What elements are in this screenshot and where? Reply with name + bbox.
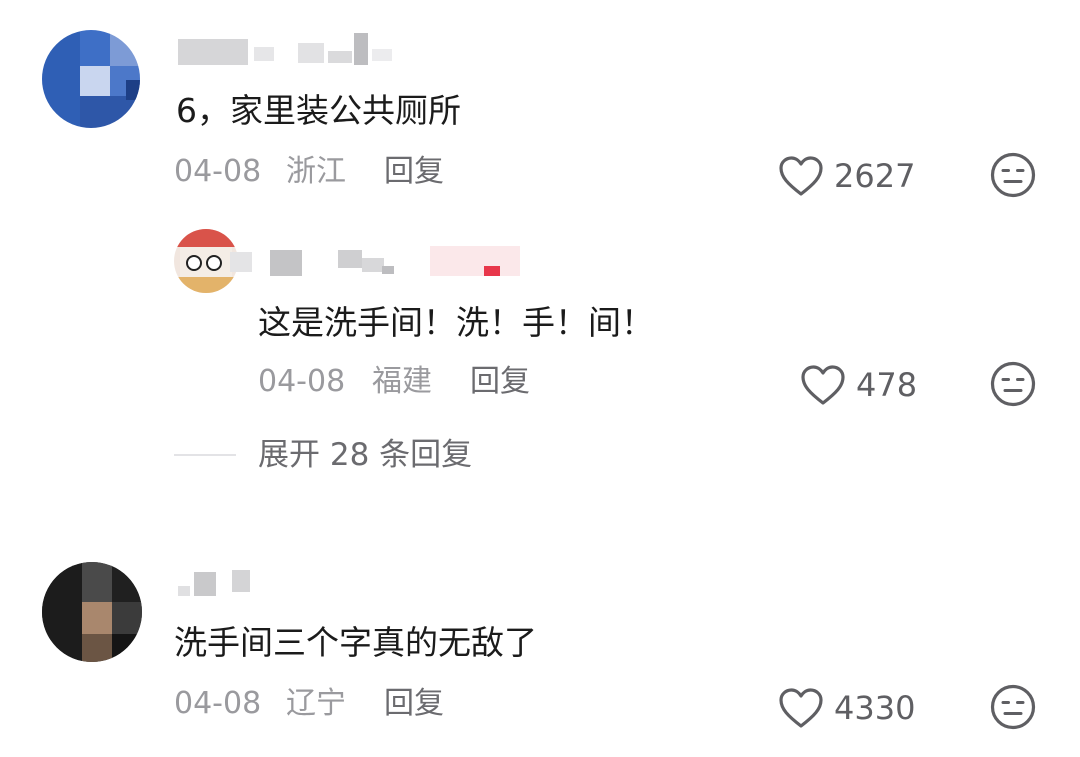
reply-button[interactable]: 回复 xyxy=(470,364,530,400)
comment-text: 洗手间三个字真的无敌了 xyxy=(174,623,537,662)
username-blurred[interactable] xyxy=(178,568,268,600)
dislike-button[interactable] xyxy=(989,360,1037,408)
dislike-button[interactable] xyxy=(989,151,1037,199)
like-count: 478 xyxy=(856,366,918,404)
avatar[interactable] xyxy=(42,30,140,128)
expand-replies-button[interactable]: 展开 28 条回复 xyxy=(174,437,472,473)
reply-text: 这是洗手间！洗！手！间！ xyxy=(258,303,654,342)
comment-text: 6，家里装公共厕所 xyxy=(176,91,461,130)
divider-line xyxy=(174,454,236,456)
meh-face-icon xyxy=(989,151,1037,199)
reply-date: 04-08 xyxy=(258,364,346,399)
heart-outline-icon xyxy=(778,155,824,197)
comment-date: 04-08 xyxy=(174,154,262,189)
dislike-button[interactable] xyxy=(989,683,1037,731)
avatar[interactable] xyxy=(174,229,238,293)
username-blurred[interactable] xyxy=(178,33,398,71)
like-count: 4330 xyxy=(834,689,916,727)
like-count: 2627 xyxy=(834,157,916,195)
heart-outline-icon xyxy=(778,687,824,729)
meh-face-icon xyxy=(989,683,1037,731)
reply-button[interactable]: 回复 xyxy=(384,154,444,190)
expand-replies-label: 展开 28 条回复 xyxy=(258,437,473,473)
comment-date: 04-08 xyxy=(174,686,262,721)
comment-location: 辽宁 xyxy=(286,686,346,721)
like-button[interactable]: 2627 xyxy=(778,155,915,197)
meh-face-icon xyxy=(989,360,1037,408)
like-button[interactable]: 4330 xyxy=(778,687,915,729)
username-blurred[interactable] xyxy=(230,246,530,280)
avatar[interactable] xyxy=(42,562,142,662)
comment-location: 浙江 xyxy=(286,154,346,189)
reply-location: 福建 xyxy=(372,364,432,399)
reply-button[interactable]: 回复 xyxy=(384,686,444,722)
heart-outline-icon xyxy=(800,364,846,406)
like-button[interactable]: 478 xyxy=(800,364,917,406)
